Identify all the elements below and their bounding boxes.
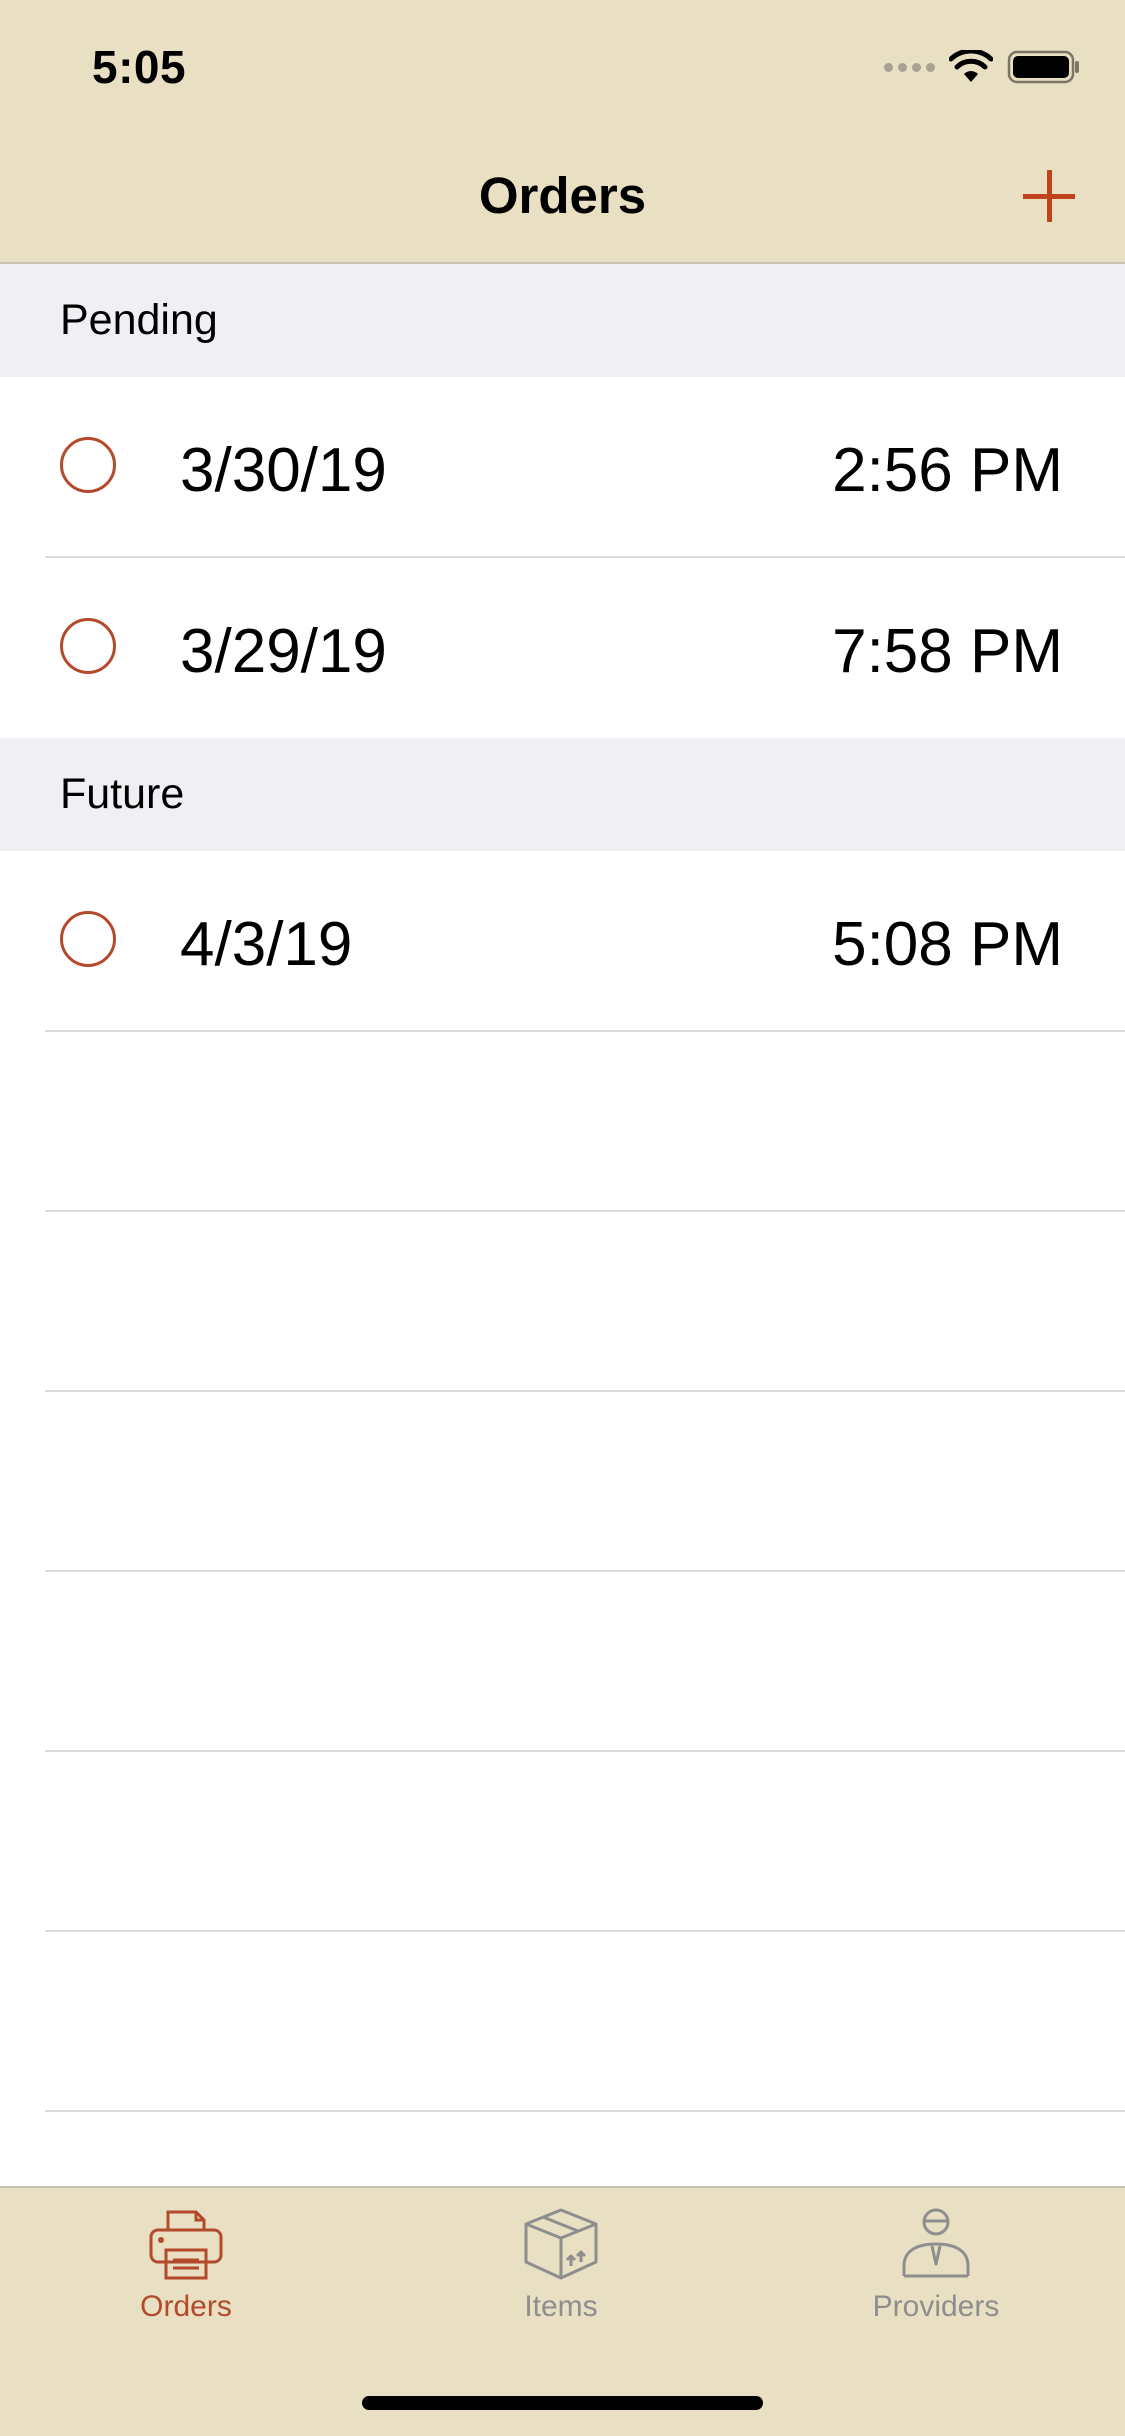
section-header-future: Future [0, 738, 1125, 851]
order-time: 2:56 PM [832, 436, 1063, 505]
order-row[interactable]: 3/29/19 7:58 PM [0, 558, 1125, 738]
row-divider [45, 1210, 1125, 1212]
add-order-button[interactable] [1019, 166, 1079, 226]
row-divider [45, 1390, 1125, 1392]
order-date: 4/3/19 [180, 910, 353, 979]
printer-icon [149, 2210, 223, 2280]
order-time: 7:58 PM [832, 617, 1063, 686]
section-header-label: Pending [60, 296, 218, 344]
order-date: 3/29/19 [180, 617, 387, 686]
status-icons [884, 50, 1081, 84]
tab-label: Items [524, 2290, 598, 2323]
row-divider [45, 1030, 1125, 1032]
section-header-label: Future [60, 770, 185, 818]
order-row[interactable]: 3/30/19 2:56 PM [0, 377, 1125, 557]
row-divider [45, 1930, 1125, 1932]
check-circle-icon[interactable] [60, 911, 116, 967]
box-icon [524, 2208, 598, 2280]
row-divider [45, 1570, 1125, 1572]
order-time: 5:08 PM [832, 910, 1063, 979]
order-row[interactable]: 4/3/19 5:08 PM [0, 851, 1125, 1031]
check-circle-icon[interactable] [60, 437, 116, 493]
page-title: Orders [478, 167, 647, 224]
order-date: 3/30/19 [180, 436, 387, 505]
person-icon [902, 2208, 970, 2278]
home-indicator[interactable] [362, 2396, 763, 2410]
section-header-pending: Pending [0, 264, 1125, 377]
status-time: 5:05 [92, 41, 187, 93]
check-circle-icon[interactable] [60, 618, 116, 674]
row-divider [45, 2110, 1125, 2112]
tab-label: Providers [872, 2290, 1000, 2323]
tab-orders[interactable]: Orders [61, 2206, 311, 2336]
tab-items[interactable]: Items [436, 2206, 686, 2336]
row-divider [45, 1750, 1125, 1752]
battery-icon [1007, 50, 1079, 84]
navigation-bar: 5:05 Orders [0, 0, 1125, 264]
tab-label: Orders [140, 2290, 232, 2323]
wifi-icon [949, 50, 993, 82]
cellular-signal-icon [884, 62, 935, 72]
tab-providers[interactable]: Providers [811, 2206, 1061, 2336]
